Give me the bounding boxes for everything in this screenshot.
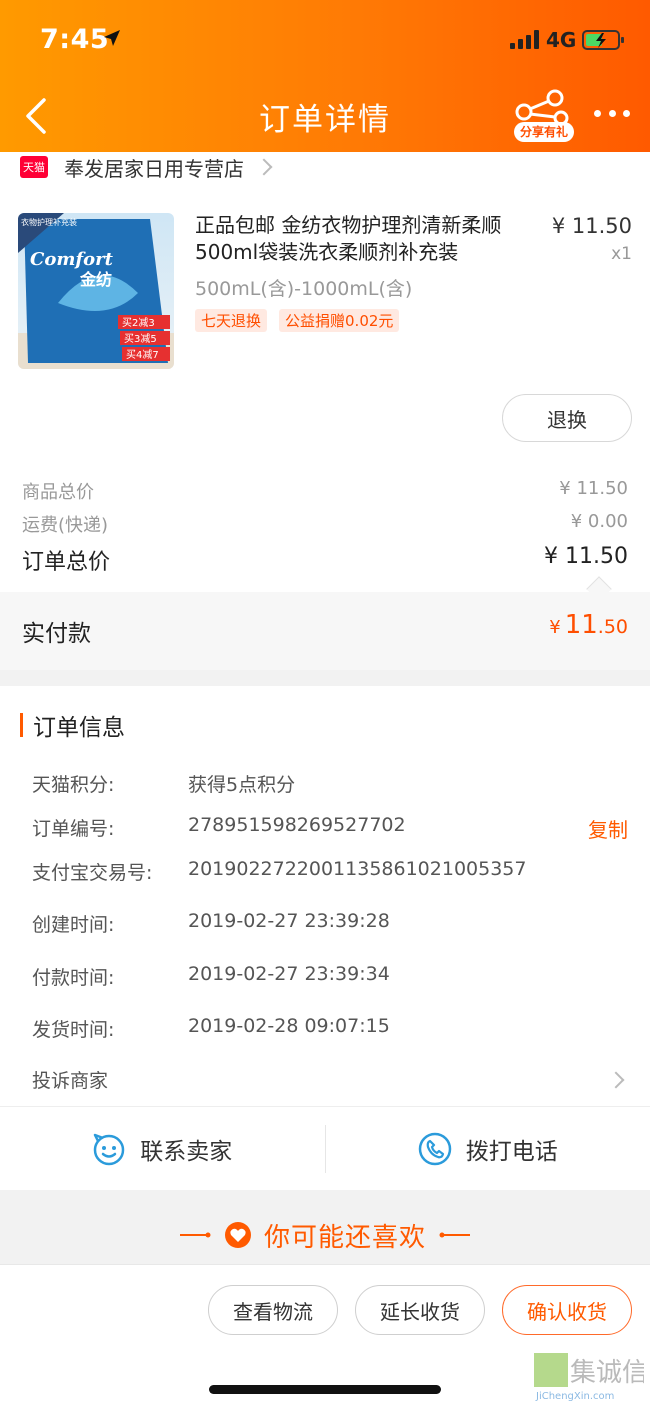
- store-name: 奉发居家日用专营店: [64, 156, 244, 181]
- thumb-promo-3: 买4减7: [126, 349, 159, 361]
- signal-icon: [510, 30, 539, 49]
- info-key: 订单编号:: [32, 818, 115, 840]
- watermark-cn: 集诚信: [570, 1358, 644, 1388]
- info-value: 2019-02-27 23:39:34: [188, 963, 390, 985]
- complain-label: 投诉商家: [32, 1070, 109, 1092]
- bottom-action-bar: 查看物流 延长收货 确认收货 集诚信 JiChengXin.com: [0, 1264, 650, 1407]
- order-item-card: 天猫 奉发居家日用专营店 衣物护理补充装 Comfort 金纺 买2减3 买3减…: [0, 152, 650, 458]
- thumb-promo-2: 买3减5: [124, 333, 157, 345]
- home-indicator: [209, 1385, 441, 1394]
- confirm-receipt-button[interactable]: 确认收货: [502, 1285, 632, 1335]
- extend-receipt-button[interactable]: 延长收货: [355, 1285, 485, 1335]
- tag-seven-day-return: 七天退换: [195, 309, 268, 332]
- status-bar: 7:45 4G: [0, 0, 650, 80]
- order-total-label: 订单总价: [22, 550, 111, 575]
- info-row-created: 创建时间: 2019-02-27 23:39:28: [32, 910, 628, 937]
- watermark-logo: 集诚信 JiChengXin.com: [534, 1353, 644, 1402]
- chat-smile-icon: [94, 1133, 125, 1165]
- shipping-value: ¥ 0.00: [570, 511, 628, 532]
- product-sku: 500mL(含)-1000mL(含): [195, 278, 413, 300]
- info-row-paid-time: 付款时间: 2019-02-27 23:39:34: [32, 963, 628, 990]
- header: 7:45 4G 订单详情 分享有礼: [0, 0, 650, 152]
- recommend-divider: 你可能还喜欢: [0, 1206, 650, 1264]
- info-row-alipay-number: 支付宝交易号: 2019022722001135861021005357: [32, 858, 628, 885]
- heading-accent-bar: [20, 713, 23, 737]
- location-arrow-icon: [104, 30, 120, 46]
- order-info-section: 订单信息 天猫积分: 获得5点积分 订单编号: 2789515982695277…: [0, 686, 650, 1106]
- chevron-right-icon: [255, 158, 273, 176]
- info-key: 付款时间:: [32, 967, 115, 989]
- paid-amount-row: 实付款 ¥ 11 .50: [0, 592, 650, 670]
- paid-integer: 11: [564, 610, 598, 640]
- nav-bar: 订单详情 分享有礼: [0, 80, 650, 152]
- phone-icon: [418, 1132, 451, 1165]
- goods-total-label: 商品总价: [22, 482, 94, 503]
- battery-icon: [582, 30, 624, 50]
- shipping-label: 运费(快递): [22, 515, 109, 536]
- info-key: 支付宝交易号:: [32, 862, 153, 884]
- goods-total-value: ¥ 11.50: [559, 478, 628, 499]
- thumb-brand: Comfort: [30, 249, 114, 270]
- left-dash-icon: [179, 1232, 211, 1238]
- heart-icon: [224, 1222, 251, 1248]
- complain-seller-link[interactable]: 投诉商家: [32, 1066, 628, 1093]
- copy-button[interactable]: 复制: [588, 814, 628, 843]
- goods-total-row: 商品总价 ¥ 11.50: [22, 478, 628, 504]
- info-value: 2019-02-27 23:39:28: [188, 910, 390, 932]
- status-time: 7:45: [40, 24, 110, 55]
- thumb-promo-1: 买2减3: [122, 317, 155, 329]
- info-value: 278951598269527702: [188, 814, 406, 836]
- contact-seller-button[interactable]: 联系卖家: [0, 1107, 325, 1190]
- order-info-title: 订单信息: [33, 715, 125, 741]
- service-tags: 七天退换 公益捐赠0.02元: [195, 309, 400, 332]
- info-value: 2019-02-28 09:07:15: [188, 1015, 390, 1037]
- share-reward-label[interactable]: 分享有礼: [514, 122, 574, 142]
- right-dash-icon: [439, 1232, 470, 1238]
- thumb-corner-label: 衣物护理补充装: [21, 217, 77, 227]
- info-row-shipped-time: 发货时间: 2019-02-28 09:07:15: [32, 1015, 628, 1042]
- product-price: ¥ 11.50: [551, 214, 632, 238]
- product-thumbnail[interactable]: 衣物护理补充装 Comfort 金纺 买2减3 买3减5 买4减7: [18, 213, 174, 369]
- order-info-heading: 订单信息: [20, 708, 125, 742]
- info-key: 天猫积分:: [32, 774, 115, 796]
- paid-label: 实付款: [22, 621, 91, 647]
- order-total-row: 订单总价 ¥ 11.50: [22, 544, 628, 576]
- product-quantity: x1: [611, 244, 632, 264]
- view-logistics-button[interactable]: 查看物流: [208, 1285, 338, 1335]
- info-value: 获得5点积分: [188, 774, 296, 796]
- info-row-points: 天猫积分: 获得5点积分: [32, 770, 628, 797]
- tmall-badge: 天猫: [20, 156, 48, 178]
- refund-button[interactable]: 退换: [502, 394, 632, 442]
- info-value: 2019022722001135861021005357: [188, 858, 527, 880]
- chevron-right-icon: [607, 1071, 625, 1088]
- paid-decimal: .50: [597, 616, 628, 638]
- shipping-row: 运费(快递) ¥ 0.00: [22, 511, 628, 537]
- thumb-brand-cn: 金纺: [79, 270, 112, 289]
- store-link[interactable]: 天猫 奉发居家日用专营店: [20, 152, 273, 182]
- info-key: 创建时间:: [32, 914, 115, 936]
- paid-currency: ¥: [549, 617, 561, 638]
- info-row-order-number: 订单编号: 278951598269527702 复制: [32, 814, 628, 843]
- paid-amount: ¥ 11 .50: [549, 610, 628, 640]
- product-title[interactable]: 正品包邮 金纺衣物护理剂清新柔顺500ml袋装洗衣柔顺剂补充装: [195, 212, 535, 266]
- contact-bar: 联系卖家 拨打电话: [0, 1106, 650, 1190]
- order-total-value: ¥ 11.50: [544, 544, 628, 569]
- watermark-en: JiChengXin.com: [535, 1391, 614, 1402]
- more-menu-icon[interactable]: [594, 110, 630, 122]
- info-key: 发货时间:: [32, 1019, 115, 1041]
- call-phone-label: 拨打电话: [465, 1138, 558, 1165]
- network-type: 4G: [546, 28, 577, 52]
- recommend-label: 你可能还喜欢: [263, 1222, 426, 1253]
- call-phone-button[interactable]: 拨打电话: [326, 1107, 650, 1190]
- tag-charity: 公益捐赠0.02元: [279, 309, 400, 332]
- price-summary: 商品总价 ¥ 11.50 运费(快递) ¥ 0.00 订单总价 ¥ 11.50: [0, 458, 650, 602]
- contact-seller-label: 联系卖家: [140, 1138, 233, 1165]
